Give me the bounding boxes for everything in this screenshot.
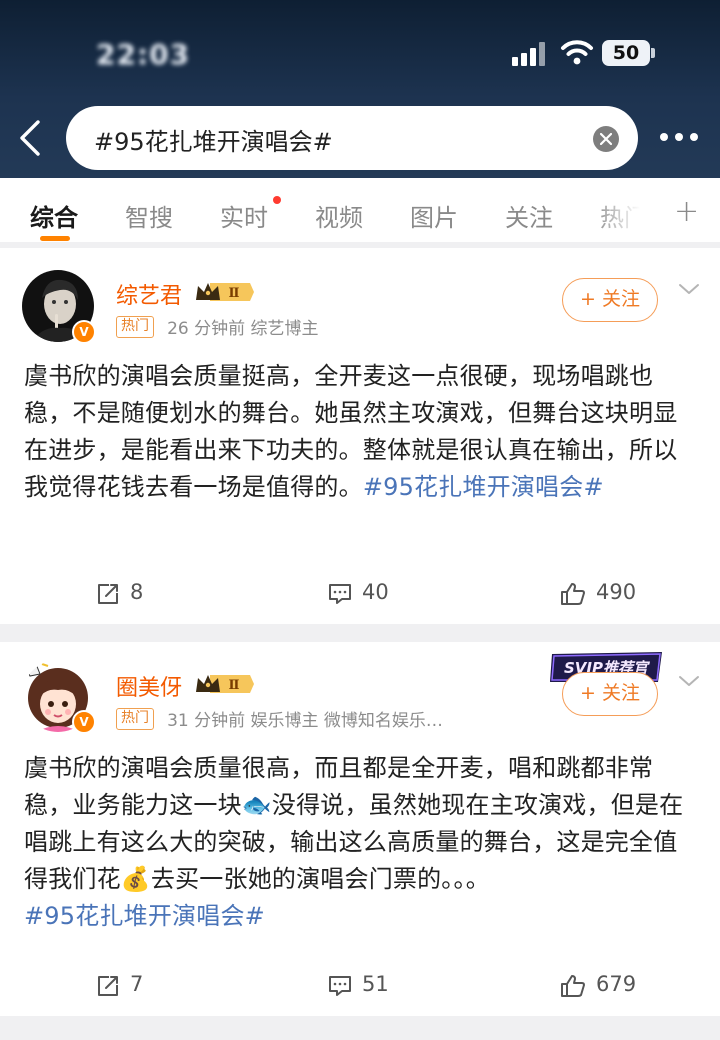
verified-badge-icon: V [72, 320, 96, 344]
repost-count: 7 [130, 972, 144, 996]
repost-icon [98, 584, 118, 604]
tab-video[interactable]: 视频 [315, 198, 363, 233]
post-time-and-role: 31 分钟前 娱乐博主 微博知名娱乐… [167, 711, 443, 731]
back-arrow-icon[interactable] [16, 118, 46, 158]
follow-button[interactable]: + 关注 [562, 672, 658, 716]
comment-icon [329, 584, 351, 604]
follow-button[interactable]: + 关注 [562, 278, 658, 322]
active-tab-indicator [40, 236, 70, 241]
post-actions: 8 40 490 [0, 574, 720, 614]
top-header: 22:03 50 #95花扎堆开演唱会# [0, 0, 720, 178]
post-actions: 7 51 679 [0, 966, 720, 1006]
tab-realtime[interactable]: 实时 [220, 198, 268, 233]
like-count: 679 [596, 972, 637, 996]
tab-bar: 综合 智搜 实时 视频 图片 关注 热门 + [0, 178, 720, 248]
battery-indicator: 50 [602, 40, 650, 66]
hashtag-link[interactable]: #95花扎堆开演唱会# [24, 902, 265, 930]
comment-icon [329, 976, 351, 996]
tab-images[interactable]: 图片 [410, 198, 458, 233]
wifi-icon [561, 40, 593, 65]
username[interactable]: 圈美伢 [116, 670, 182, 702]
chevron-down-icon[interactable] [678, 282, 700, 296]
more-options-icon[interactable] [660, 130, 700, 144]
tab-comprehensive[interactable]: 综合 [30, 198, 78, 233]
search-input[interactable]: #95花扎堆开演唱会# [66, 106, 638, 170]
username[interactable]: 综艺君 [116, 278, 182, 310]
comment-count: 40 [362, 580, 389, 604]
status-time: 22:03 [96, 38, 191, 71]
hot-tag: 热门 [116, 315, 154, 338]
repost-count: 8 [130, 580, 144, 604]
thumbs-up-icon [561, 975, 585, 997]
repost-icon [98, 976, 118, 996]
close-icon [600, 133, 612, 145]
svg-text:Ⅱ: Ⅱ [229, 678, 240, 693]
post-text-part-3: 去买一张她的演唱会门票的。。。 [150, 865, 490, 893]
hashtag-link[interactable]: #95花扎堆开演唱会# [363, 473, 604, 501]
hot-tag: 热门 [116, 707, 154, 730]
clear-search-button[interactable] [593, 126, 619, 152]
search-query-text: #95花扎堆开演唱会# [94, 128, 333, 156]
post-card: V 圈美伢 Ⅱ SVIP推荐官 热门 31 分钟前 娱乐博主 微博知名娱乐… +… [0, 642, 720, 1016]
thumbs-up-icon [561, 583, 585, 605]
tab-following[interactable]: 关注 [505, 198, 553, 233]
cellular-signal-icon [512, 42, 548, 66]
battery-tip [651, 48, 655, 58]
chevron-down-icon[interactable] [678, 674, 700, 688]
realtime-notification-dot [273, 196, 281, 204]
comment-count: 51 [362, 972, 389, 996]
post-card: V 综艺君 Ⅱ 热门 26 分钟前 综艺博主 + 关注 虞书欣的演唱会质量挺高，… [0, 248, 720, 624]
like-count: 490 [596, 580, 637, 604]
tab-smart-search[interactable]: 智搜 [125, 198, 173, 233]
money-bag-emoji-icon: 💰 [120, 865, 151, 893]
crown-rank-badge-icon: Ⅱ [196, 283, 254, 301]
fish-emoji-icon: 🐟 [241, 791, 272, 819]
post-time-and-role: 26 分钟前 综艺博主 [167, 319, 319, 339]
post-meta: 热门 26 分钟前 综艺博主 [116, 314, 319, 339]
svg-text:Ⅱ: Ⅱ [229, 286, 240, 301]
crown-rank-badge-icon: Ⅱ [196, 675, 254, 693]
tab-fade-overlay [592, 178, 652, 248]
post-content: 虞书欣的演唱会质量很高，而且都是全开麦，唱和跳都非常稳，业务能力这一块🐟没得说，… [24, 750, 692, 935]
verified-badge-icon: V [72, 710, 96, 734]
post-content: 虞书欣的演唱会质量挺高，全开麦这一点很硬，现场唱跳也稳，不是随便划水的舞台。她虽… [24, 358, 692, 506]
add-tab-icon[interactable]: + [674, 194, 699, 229]
post-meta: 热门 31 分钟前 娱乐博主 微博知名娱乐… [116, 706, 443, 731]
